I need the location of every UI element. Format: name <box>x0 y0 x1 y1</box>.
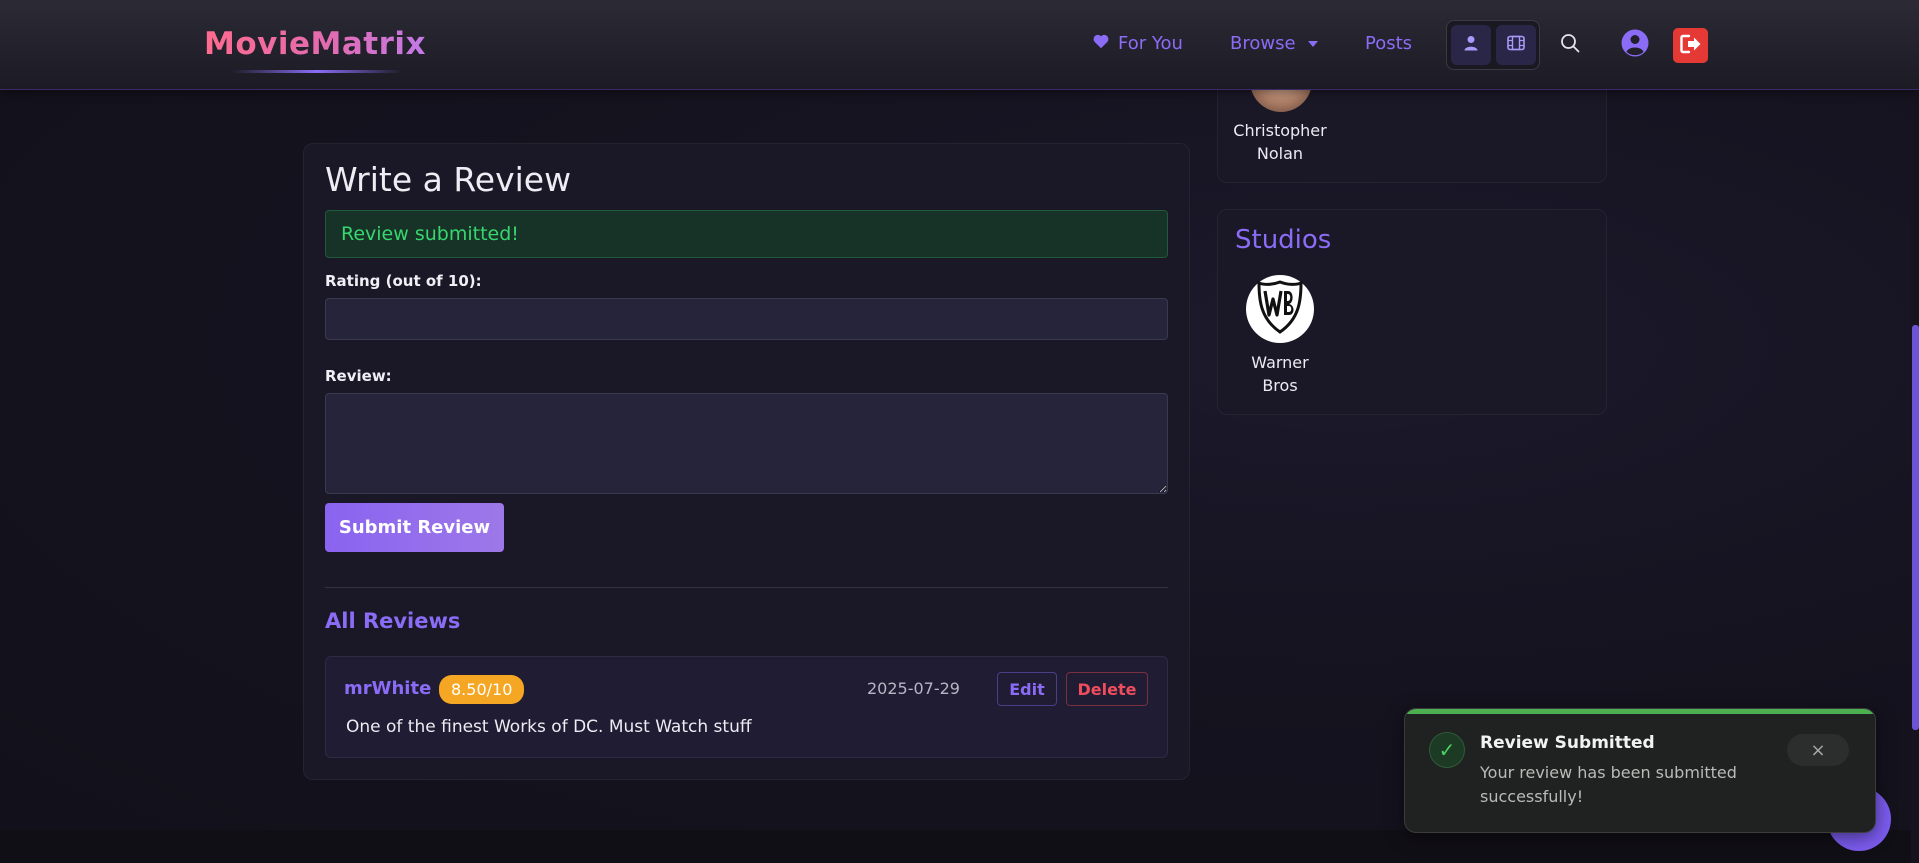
divider <box>325 587 1168 588</box>
toast-title: Review Submitted <box>1480 733 1655 753</box>
brand-underline <box>232 70 402 73</box>
rating-input[interactable] <box>325 298 1168 340</box>
heart-icon <box>1092 33 1110 54</box>
logout-button[interactable] <box>1673 28 1708 63</box>
close-icon: × <box>1810 739 1826 761</box>
studio-logo[interactable] <box>1246 275 1314 343</box>
director-name-line1: Christopher <box>1233 121 1327 140</box>
review-text: One of the finest Works of DC. Must Watc… <box>346 717 752 737</box>
search-button[interactable] <box>1552 27 1588 63</box>
nav-for-you-label: For You <box>1118 33 1183 54</box>
studio-name[interactable]: Warner Bros <box>1225 351 1335 397</box>
rating-label: Rating (out of 10): <box>325 272 482 290</box>
review-textarea[interactable] <box>325 393 1168 494</box>
search-icon <box>1560 33 1580 57</box>
score-badge: 8.50/10 <box>439 675 525 704</box>
director-name-line2: Nolan <box>1256 144 1304 163</box>
studios-title: Studios <box>1235 225 1332 255</box>
nav-browse-dropdown[interactable]: Browse <box>1230 33 1318 54</box>
person-icon <box>1463 35 1479 55</box>
warner-bros-shield-icon <box>1254 279 1306 339</box>
toast-close-button[interactable]: × <box>1787 734 1849 766</box>
nav-browse-label: Browse <box>1230 33 1296 54</box>
director-name[interactable]: Christopher Nolan <box>1225 119 1335 165</box>
scrollbar-thumb[interactable] <box>1912 325 1919 730</box>
brand-logo[interactable]: MovieMatrix <box>204 26 426 62</box>
nav-posts-label: Posts <box>1365 33 1413 54</box>
logout-icon <box>1679 34 1702 58</box>
nav-posts[interactable]: Posts <box>1365 33 1412 54</box>
edit-review-button[interactable]: Edit <box>997 672 1057 706</box>
studio-name-line2: Bros <box>1262 376 1298 395</box>
review-date: 2025-07-29 <box>867 679 960 698</box>
view-toggle-group <box>1446 20 1540 70</box>
review-label: Review: <box>325 367 392 385</box>
film-icon <box>1506 35 1525 55</box>
submit-review-button[interactable]: Submit Review <box>325 503 504 552</box>
movies-view-button[interactable] <box>1495 25 1536 65</box>
check-icon: ✓ <box>1429 732 1465 768</box>
studio-name-line1: Warner <box>1251 353 1309 372</box>
toast-message: Your review has been submitted successfu… <box>1480 763 1737 806</box>
all-reviews-title: All Reviews <box>325 609 461 633</box>
review-form-title: Write a Review <box>325 160 572 199</box>
chevron-down-icon <box>1307 40 1318 47</box>
navbar: MovieMatrix For You Browse Posts <box>0 0 1919 90</box>
footer-strip <box>0 830 1919 863</box>
delete-review-button[interactable]: Delete <box>1066 672 1148 706</box>
toast-notification: ✓ Review Submitted Your review has been … <box>1404 708 1876 833</box>
reviewer-name[interactable]: mrWhite <box>344 678 431 699</box>
success-alert: Review submitted! <box>325 210 1168 258</box>
nav-for-you[interactable]: For You <box>1092 33 1183 54</box>
toast-progress-bar <box>1405 709 1875 714</box>
user-circle-icon <box>1621 29 1649 61</box>
profile-button[interactable] <box>1617 27 1653 63</box>
people-view-button[interactable] <box>1450 25 1491 65</box>
